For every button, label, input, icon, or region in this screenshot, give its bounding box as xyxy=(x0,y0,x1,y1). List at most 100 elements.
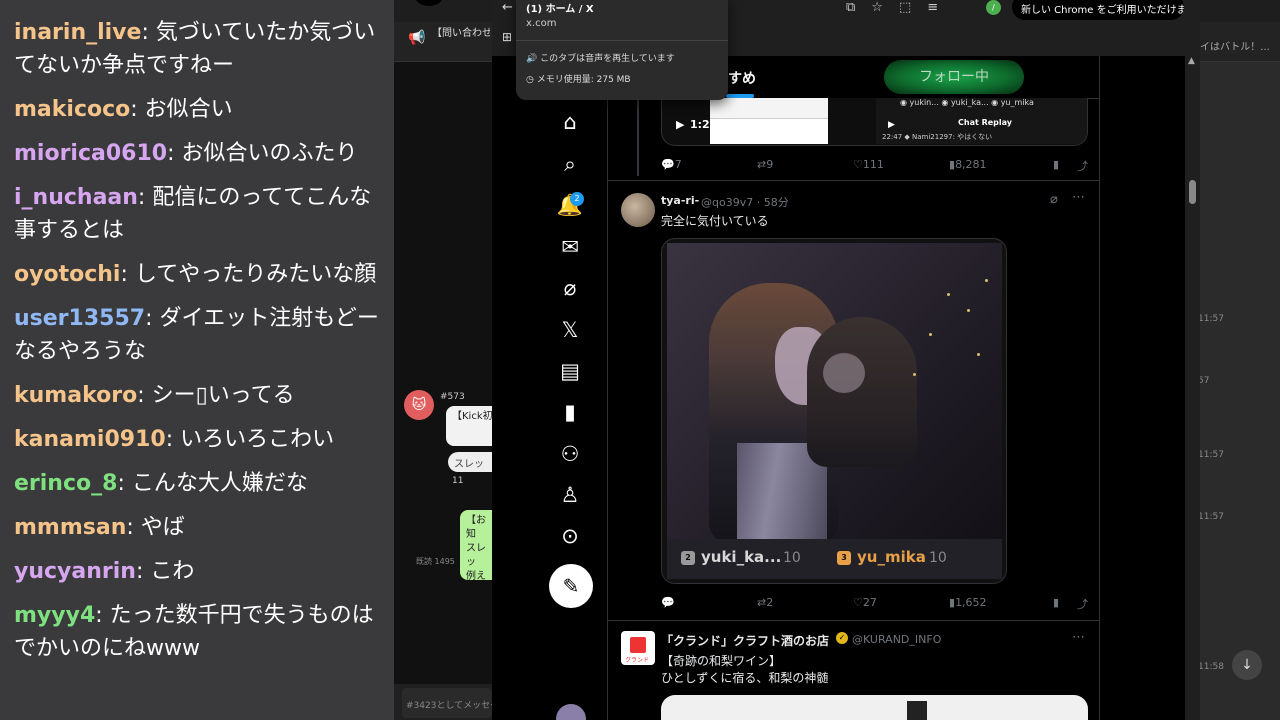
star-icon[interactable]: ☆ xyxy=(871,0,883,16)
chat-text: お似合い xyxy=(144,97,233,122)
chat-separator: : xyxy=(117,471,132,496)
chat-text: お似合いのふたり xyxy=(181,141,358,166)
back-arrow-icon[interactable]: ← xyxy=(502,0,513,15)
bookmark-icon[interactable]: ▮ xyxy=(1053,596,1059,609)
timestamp: 11:57 xyxy=(1198,450,1224,460)
chat-username: mmmsan xyxy=(14,515,127,540)
chat-message: oyotochi: してやったりみたいな顔 xyxy=(14,258,384,291)
chat-replay-title: Chat Replay xyxy=(958,118,1012,127)
chat-message: yucyanrin: こわ xyxy=(14,555,384,588)
chat-username: i_nuchaan xyxy=(14,185,138,210)
reply-count: 11 xyxy=(452,476,464,486)
grid-icon[interactable]: ⊞ xyxy=(502,30,512,44)
chat-username: myyy4 xyxy=(14,603,96,628)
post-media[interactable]: ▶ 1:24 ◉ yukin... ◉ yuki_ka... ◉ yu_mika… xyxy=(661,98,1088,146)
chrome-update-pill[interactable]: 新しい Chrome をご利用いただけます xyxy=(1012,0,1184,20)
repost-button[interactable]: ⇄ 2 xyxy=(757,596,773,609)
chat-separator: : xyxy=(120,262,135,287)
post-avatar[interactable] xyxy=(621,193,655,227)
chat-separator: : xyxy=(137,383,152,408)
repost-count: 9 xyxy=(766,158,774,171)
member-avatar[interactable]: 🐱 xyxy=(404,390,434,420)
extensions-icon[interactable]: ⬚ xyxy=(899,0,911,16)
post-avatar[interactable]: クランド xyxy=(621,631,655,665)
share-icon[interactable]: ⤴ xyxy=(1077,158,1088,174)
video-frame[interactable] xyxy=(667,243,1002,539)
message-bubble[interactable]: 【Kick初心 登録方法 xyxy=(446,406,492,446)
chat-overlay: inarin_live: 気づいていたか気づいてないか争点ですねー makicoc… xyxy=(0,0,394,720)
chat-message: myyy4: たった数千円で失うものはでかいのにねwww xyxy=(14,599,384,665)
rank-badge: 2 xyxy=(681,551,695,565)
bookmark-icon[interactable]: ▮ xyxy=(1053,158,1059,171)
bell-icon[interactable]: 🔔 xyxy=(550,189,590,221)
home-icon[interactable]: ⌂ xyxy=(550,106,590,138)
chat-separator: : xyxy=(165,427,181,452)
night-light xyxy=(929,333,932,336)
view-count: 1,652 xyxy=(955,596,987,609)
compose-post-button[interactable]: ✎ xyxy=(549,564,593,608)
profile-icon[interactable]: ♙ xyxy=(550,479,590,511)
grok-icon[interactable]: ⌀ xyxy=(550,272,590,304)
post-author-handle[interactable]: @qo39v7 · 58分 xyxy=(701,194,789,210)
x-logo-icon[interactable]: 𝕏 xyxy=(550,314,590,346)
chat-message: mmmsan: やば xyxy=(14,511,384,544)
tab-domain: x.com xyxy=(526,18,557,29)
like-button[interactable]: ♡ 27 xyxy=(853,596,877,609)
background-avatar-top xyxy=(414,0,444,6)
views-button[interactable]: ▮ 1,652 xyxy=(949,596,987,609)
communities-icon[interactable]: ⚇ xyxy=(550,438,590,470)
like-button[interactable]: ♡ 111 xyxy=(853,158,884,171)
reply-button[interactable]: 💬 7 xyxy=(661,158,682,171)
timestamp: 11:57 xyxy=(1198,512,1224,522)
own-message-bubble[interactable]: 【お知 スレッ 例え 】です。 xyxy=(460,510,492,580)
lists-icon[interactable]: ▤ xyxy=(550,355,590,387)
message-input[interactable]: #3423としてメッセージ xyxy=(402,688,492,718)
post-media[interactable] xyxy=(661,695,1088,720)
chat-text: いろいろこわい xyxy=(180,427,335,452)
verified-badge-icon: ✓ xyxy=(836,632,848,644)
media-thumbnail[interactable] xyxy=(710,98,828,144)
more-icon[interactable]: ⊙ xyxy=(550,520,590,552)
post-actions: 💬 ⇄ 2 ♡ 27 ▮ 1,652 ▮ ⤴ xyxy=(661,596,1088,614)
media-controls-icon[interactable]: ≡ xyxy=(927,0,938,16)
chat-message: inarin_live: 気づいていたか気づいてないか争点ですねー xyxy=(14,16,384,82)
chat-replay-panel: ◉ yukin... ◉ yuki_ka... ◉ yu_mika ▶ Chat… xyxy=(876,98,1087,144)
share-icon[interactable]: ⤴ xyxy=(1077,596,1088,612)
tab-recommended[interactable]: すめ xyxy=(728,68,756,88)
reply-button[interactable]: 💬 xyxy=(661,596,675,609)
repost-button[interactable]: ⇄ 9 xyxy=(757,158,773,171)
memory-text: メモリ使用量: 275 MB xyxy=(536,75,631,85)
play-icon[interactable]: ▶ xyxy=(888,120,895,130)
mail-icon[interactable]: ✉ xyxy=(550,231,590,263)
more-options-icon[interactable]: ⋯ xyxy=(1072,190,1085,205)
post-author-name[interactable]: tya-ri- xyxy=(661,194,699,207)
scrollbar[interactable]: ▲ xyxy=(1185,56,1200,720)
chat-replay-line: 22:47 ◆ Nami21297: やはくない xyxy=(882,133,993,141)
post-author-handle[interactable]: @KURAND_INFO xyxy=(852,633,941,646)
arrow-down-icon[interactable]: ↓ xyxy=(1232,650,1262,680)
chrome-toolbar-icons: ⧉ ☆ ⬚ ≡ xyxy=(846,0,938,16)
scrollbar-thumb[interactable] xyxy=(1189,180,1196,204)
caption-name: yuki_ka... xyxy=(701,548,782,566)
post-author-name[interactable]: 「クランド」クラフト酒のお店 xyxy=(661,632,829,649)
chat-text: してやったりみたいな顔 xyxy=(134,262,377,287)
search-icon[interactable]: ⌕ xyxy=(550,148,590,180)
views-button[interactable]: ▮ 8,281 xyxy=(949,158,987,171)
tab-following[interactable]: フォロー中 xyxy=(884,60,1024,94)
more-options-icon[interactable]: ⋯ xyxy=(1072,630,1085,645)
scroll-up-icon[interactable]: ▲ xyxy=(1188,56,1195,66)
play-icon[interactable]: ▶ xyxy=(676,118,684,131)
night-light xyxy=(977,353,980,356)
chat-username: makicoco xyxy=(14,97,131,122)
cast-icon[interactable]: ⧉ xyxy=(846,0,855,16)
chat-text: シー▯いってる xyxy=(151,383,295,408)
thread-chip[interactable]: スレッ xyxy=(448,452,492,472)
account-avatar[interactable] xyxy=(556,704,586,720)
post-divider xyxy=(608,620,1100,621)
profile-avatar[interactable]: / xyxy=(986,0,1001,15)
video-caption-bar: 2 yuki_ka... 10 3 yu_mika 10 xyxy=(667,539,1002,579)
grok-icon[interactable]: ⌀ xyxy=(1050,192,1058,207)
bookmark-icon[interactable]: ▮ xyxy=(550,396,590,428)
caption-number: 10 xyxy=(929,550,947,566)
post-video[interactable]: 2 yuki_ka... 10 3 yu_mika 10 xyxy=(661,238,1007,584)
